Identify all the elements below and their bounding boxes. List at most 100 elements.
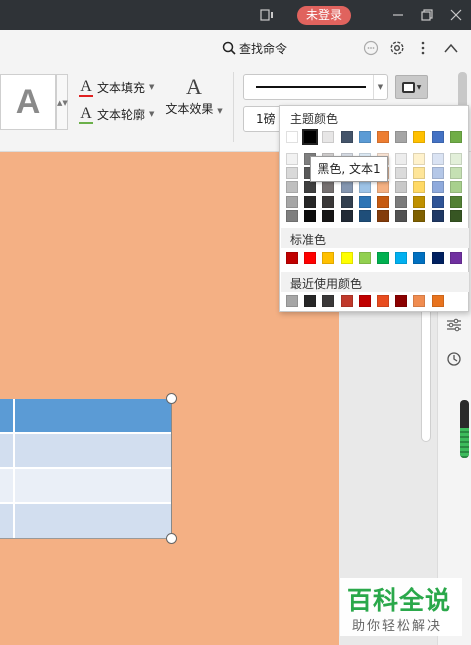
theme-shade-swatch[interactable]: [377, 195, 389, 208]
standard-color-swatch[interactable]: [431, 252, 444, 264]
style-gallery-scroll[interactable]: ▲▼: [56, 74, 68, 130]
table-header-row[interactable]: [0, 399, 172, 434]
theme-color-swatch[interactable]: [413, 131, 426, 143]
theme-color-swatch[interactable]: [431, 131, 444, 143]
table-row[interactable]: [0, 434, 172, 469]
theme-shade-swatch[interactable]: [431, 181, 444, 194]
line-style-select[interactable]: ▼: [243, 74, 388, 100]
theme-color-swatch[interactable]: [286, 131, 298, 143]
text-fill-button[interactable]: A 文本填充 ▼: [79, 77, 154, 97]
theme-shade-swatch[interactable]: [286, 167, 298, 180]
theme-shade-swatch[interactable]: [449, 209, 462, 222]
chat-icon[interactable]: [360, 37, 382, 59]
theme-color-swatch[interactable]: [340, 131, 353, 143]
find-command-button[interactable]: 查找命令: [222, 39, 287, 57]
recent-color-swatch[interactable]: [322, 295, 335, 307]
minimize-icon[interactable]: [383, 0, 413, 30]
theme-shade-swatch[interactable]: [286, 209, 298, 222]
theme-shade-swatch[interactable]: [304, 195, 317, 208]
close-icon[interactable]: [441, 0, 471, 30]
theme-shade-swatch[interactable]: [377, 209, 389, 222]
border-color-button[interactable]: ▼: [395, 75, 428, 99]
table-cell-divider: [13, 469, 15, 502]
theme-shade-swatch[interactable]: [322, 195, 335, 208]
standard-color-swatch[interactable]: [304, 252, 317, 264]
collapse-icon[interactable]: [440, 37, 462, 59]
theme-color-swatch[interactable]: [358, 131, 371, 143]
standard-color-swatch[interactable]: [377, 252, 389, 264]
theme-color-swatch[interactable]: [322, 131, 335, 143]
theme-shade-swatch[interactable]: [449, 195, 462, 208]
recent-color-swatch[interactable]: [377, 295, 389, 307]
standard-color-swatch[interactable]: [286, 252, 298, 264]
standard-color-swatch[interactable]: [322, 252, 335, 264]
theme-shade-swatch[interactable]: [395, 195, 408, 208]
slide-table[interactable]: [0, 399, 172, 539]
theme-shade-swatch[interactable]: [304, 181, 317, 194]
text-style-preview[interactable]: A: [0, 74, 56, 130]
theme-shade-swatch[interactable]: [413, 153, 426, 165]
zoom-level-indicator[interactable]: [460, 400, 469, 458]
theme-shade-swatch[interactable]: [286, 181, 298, 194]
theme-shade-swatch[interactable]: [449, 153, 462, 165]
standard-color-swatch[interactable]: [395, 252, 408, 264]
theme-shade-swatch[interactable]: [449, 167, 462, 180]
standard-color-swatch[interactable]: [449, 252, 462, 264]
recent-color-swatch[interactable]: [413, 295, 426, 307]
standard-color-swatch[interactable]: [358, 252, 371, 264]
recent-color-swatch[interactable]: [304, 295, 317, 307]
theme-shade-swatch[interactable]: [340, 209, 353, 222]
theme-shade-swatch[interactable]: [286, 195, 298, 208]
theme-shade-swatch[interactable]: [304, 209, 317, 222]
more-icon[interactable]: [412, 37, 434, 59]
settings-icon[interactable]: [386, 37, 408, 59]
login-button[interactable]: 未登录: [297, 6, 351, 25]
theme-shade-swatch[interactable]: [413, 195, 426, 208]
theme-color-swatch[interactable]: [395, 131, 408, 143]
recent-color-swatch[interactable]: [395, 295, 408, 307]
theme-shade-swatch[interactable]: [413, 167, 426, 180]
theme-shade-swatch[interactable]: [431, 195, 444, 208]
theme-shade-swatch[interactable]: [322, 181, 335, 194]
theme-shade-swatch[interactable]: [413, 209, 426, 222]
resize-handle[interactable]: [166, 393, 177, 404]
theme-shade-swatch[interactable]: [340, 181, 353, 194]
theme-shade-swatch[interactable]: [377, 181, 389, 194]
recent-color-swatch[interactable]: [431, 295, 444, 307]
theme-shade-swatch[interactable]: [395, 181, 408, 194]
theme-shade-swatch[interactable]: [431, 209, 444, 222]
recent-color-swatch[interactable]: [358, 295, 371, 307]
chevron-down-icon[interactable]: ▼: [373, 75, 387, 99]
theme-shade-swatch[interactable]: [322, 209, 335, 222]
theme-shade-swatch[interactable]: [286, 153, 298, 165]
theme-shade-swatch[interactable]: [395, 153, 408, 165]
theme-shade-swatch[interactable]: [358, 209, 371, 222]
recent-color-swatch[interactable]: [340, 295, 353, 307]
theme-shade-swatch[interactable]: [340, 195, 353, 208]
theme-shade-swatch[interactable]: [413, 181, 426, 194]
history-icon[interactable]: [443, 348, 465, 370]
line-weight-select[interactable]: 1磅: [243, 106, 283, 132]
line-style-preview: [256, 86, 366, 88]
theme-shade-swatch[interactable]: [431, 153, 444, 165]
table-row[interactable]: [0, 469, 172, 504]
standard-color-swatch[interactable]: [340, 252, 353, 264]
text-effect-button[interactable]: A 文本效果 ▼: [164, 74, 224, 117]
theme-color-swatch[interactable]: [449, 131, 462, 143]
theme-shade-swatch[interactable]: [395, 167, 408, 180]
adjust-icon[interactable]: [443, 314, 465, 336]
theme-shade-swatch[interactable]: [395, 209, 408, 222]
theme-shade-swatch[interactable]: [449, 181, 462, 194]
theme-shade-swatch[interactable]: [431, 167, 444, 180]
window-mode-icon[interactable]: [252, 0, 282, 30]
theme-color-swatch[interactable]: [302, 129, 319, 145]
theme-color-swatch[interactable]: [377, 131, 389, 143]
table-row[interactable]: [0, 504, 172, 539]
standard-color-swatch[interactable]: [413, 252, 426, 264]
theme-shade-swatch[interactable]: [358, 195, 371, 208]
restore-icon[interactable]: [412, 0, 442, 30]
text-outline-button[interactable]: A 文本轮廓 ▼: [79, 104, 154, 124]
theme-shade-swatch[interactable]: [358, 181, 371, 194]
resize-handle[interactable]: [166, 533, 177, 544]
recent-color-swatch[interactable]: [286, 295, 298, 307]
